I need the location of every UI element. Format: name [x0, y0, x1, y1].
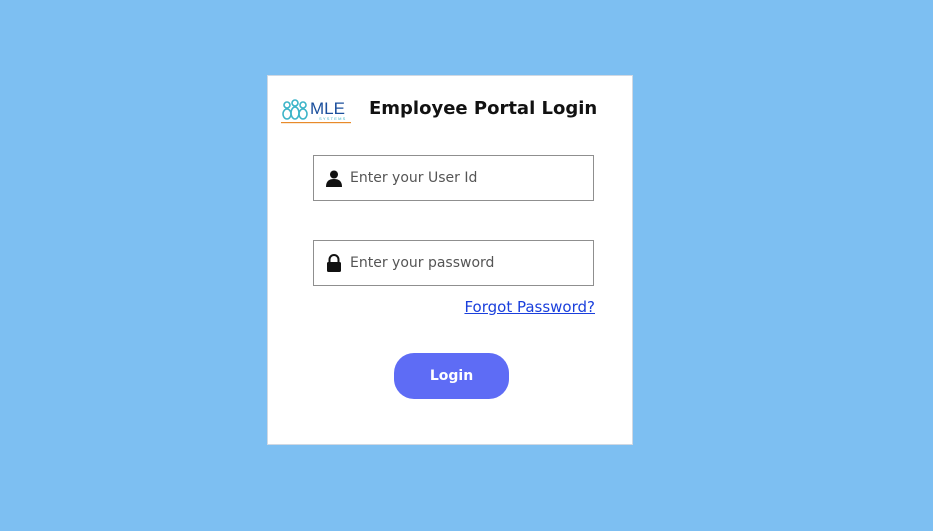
forgot-password-link[interactable]: Forgot Password?: [464, 298, 595, 316]
user-id-field[interactable]: [313, 155, 594, 201]
login-card: MLE SYSTEMS Employee Portal Login Forgot…: [267, 75, 633, 445]
lock-icon: [325, 254, 343, 272]
user-id-input[interactable]: [348, 156, 590, 200]
logo-subtext: SYSTEMS: [319, 116, 347, 121]
user-icon: [325, 169, 343, 187]
card-header: MLE SYSTEMS Employee Portal Login: [281, 96, 621, 126]
company-logo: MLE SYSTEMS: [281, 96, 353, 126]
page-title: Employee Portal Login: [369, 98, 598, 119]
password-field[interactable]: [313, 240, 594, 286]
password-input[interactable]: [348, 241, 590, 285]
login-button[interactable]: Login: [394, 353, 509, 399]
